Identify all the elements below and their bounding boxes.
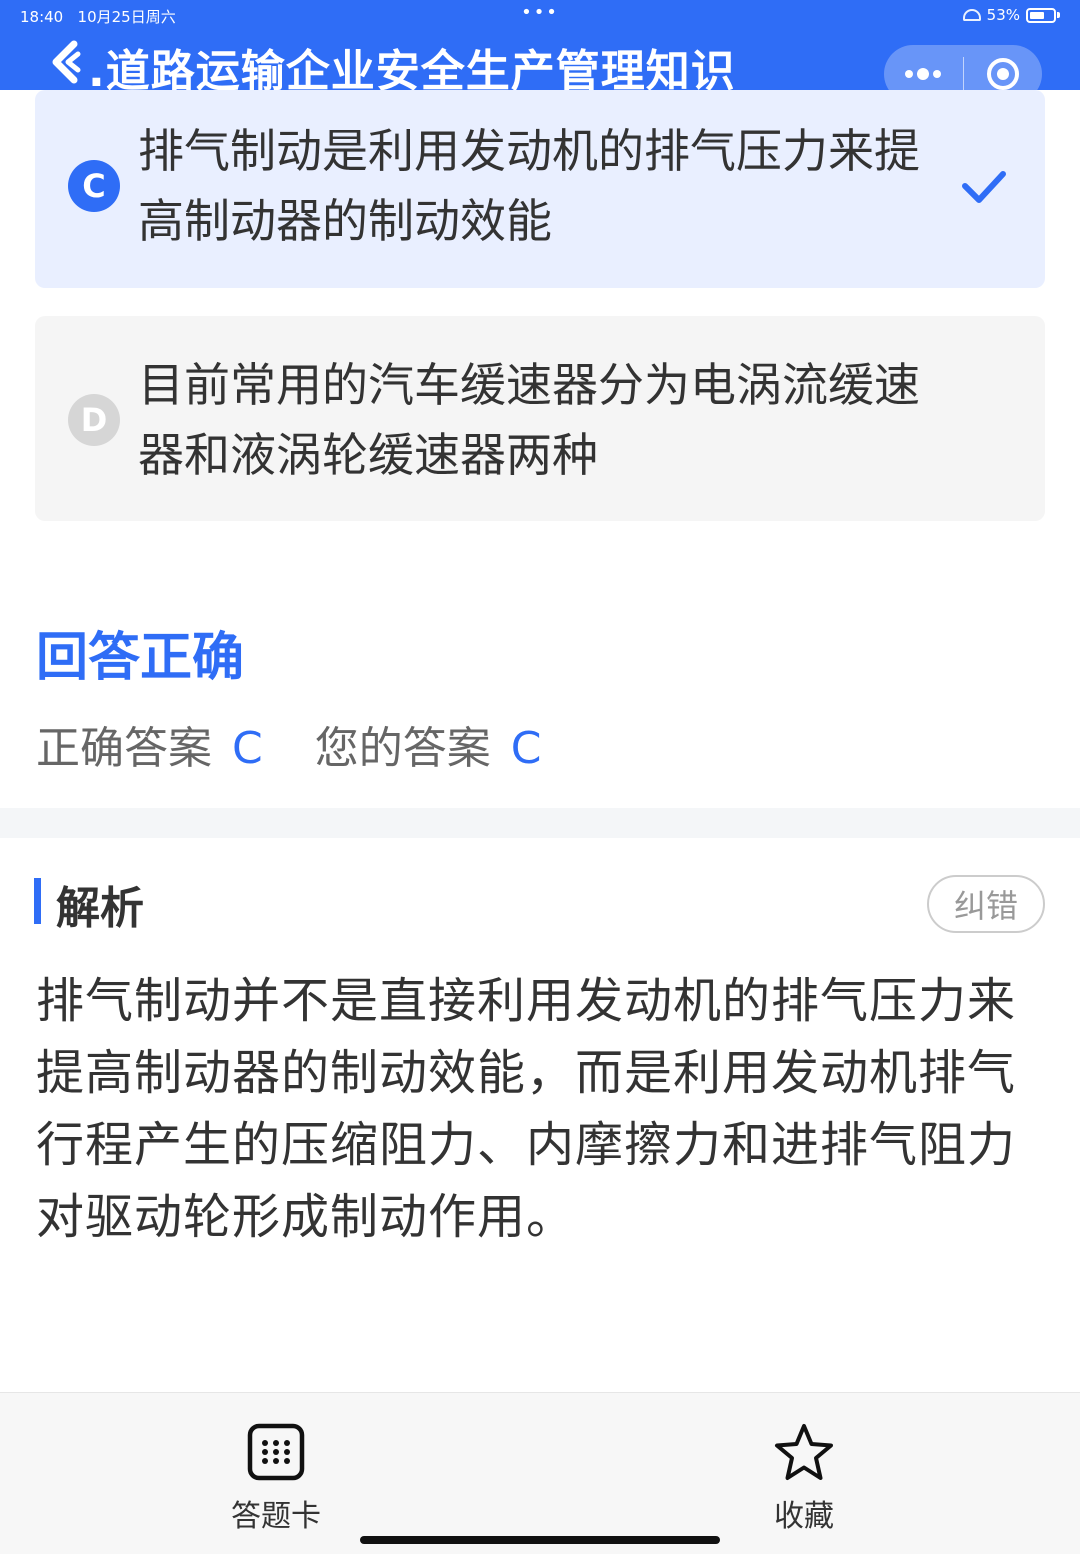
target-close-icon bbox=[986, 58, 1019, 90]
multitask-dots-icon[interactable]: ••• bbox=[521, 2, 559, 23]
answer-card-label: 答题卡 bbox=[231, 1499, 321, 1534]
answer-summary: 正确答案 C 您的答案 C bbox=[36, 712, 541, 776]
back-icon[interactable] bbox=[48, 40, 88, 84]
option-c[interactable]: C 排气制动是利用发动机的排气压力来提高制动器的制动效能 bbox=[35, 90, 1045, 288]
correct-answer-label: 正确答案 bbox=[36, 723, 212, 774]
star-icon bbox=[775, 1424, 833, 1480]
status-time: 18:40 10月25日周六 bbox=[20, 8, 176, 26]
favorite-label: 收藏 bbox=[774, 1499, 834, 1534]
status-right: 53% bbox=[962, 6, 1060, 24]
more-dots-icon bbox=[905, 68, 942, 80]
status-bar: 18:40 10月25日周六 ••• 53% bbox=[20, 2, 1060, 26]
grid-icon bbox=[247, 1423, 305, 1481]
favorite-button[interactable]: 收藏 bbox=[734, 1423, 874, 1535]
answer-card-button[interactable]: 答题卡 bbox=[206, 1423, 346, 1535]
option-text-d: 目前常用的汽车缓速器分为电涡流缓速器和液涡轮缓速器两种 bbox=[138, 358, 920, 482]
check-icon bbox=[962, 171, 1006, 203]
option-letter-d: D bbox=[68, 394, 120, 446]
your-answer-label: 您的答案 bbox=[314, 723, 491, 774]
result-title: 回答正确 bbox=[36, 628, 245, 688]
analysis-accent-bar bbox=[34, 878, 41, 924]
battery-percent: 53% bbox=[986, 6, 1020, 24]
bottom-toolbar: 答题卡 收藏 bbox=[0, 1392, 1080, 1554]
section-divider bbox=[0, 808, 1080, 838]
correct-answer-value: C bbox=[232, 723, 263, 774]
your-answer-value: C bbox=[510, 723, 542, 774]
option-letter-c: C bbox=[68, 160, 120, 212]
app-header: 18:40 10月25日周六 ••• 53% .道路运输企业安全生产管理知识 bbox=[0, 0, 1080, 103]
option-d[interactable]: D 目前常用的汽车缓速器分为电涡流缓速器和液涡轮缓速器两种 bbox=[35, 316, 1045, 521]
analysis-title: 解析 bbox=[56, 883, 144, 934]
battery-icon bbox=[1026, 7, 1056, 23]
wifi-icon bbox=[962, 9, 981, 21]
option-text-c: 排气制动是利用发动机的排气压力来提高制动器的制动效能 bbox=[138, 124, 920, 248]
report-error-button[interactable]: 纠错 bbox=[927, 875, 1045, 933]
analysis-text: 排气制动并不是直接利用发动机的排气压力来提高制动器的制动效能，而是利用发动机排气… bbox=[36, 973, 1017, 1245]
home-indicator bbox=[360, 1536, 720, 1544]
